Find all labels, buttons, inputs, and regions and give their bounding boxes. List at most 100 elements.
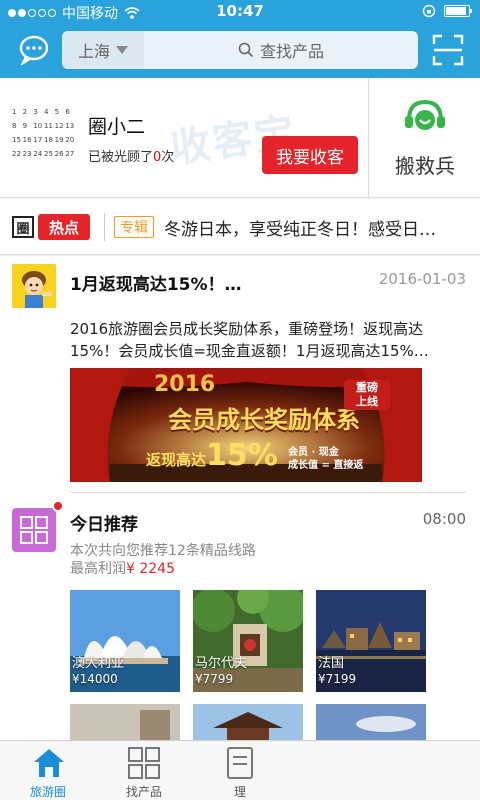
recommend-card[interactable]: 今日推荐 08:00 本次共向您推荐12条精品线路 最高利润¥ 2245 澳大利… [0,494,480,740]
article-card[interactable]: 1月返现高达15%！… 2016-01-03 2016旅游圈会员成长奖励体系，重… [0,256,480,494]
calendar-day: 1 [12,108,17,116]
profit-price: ¥ 2245 [126,561,175,577]
destination-thumbnail[interactable] [316,704,426,740]
banner-year: 2016 [154,372,216,397]
status-right [422,4,472,18]
quan-logo: 圈 [12,216,34,238]
headset-icon [405,99,445,130]
tab-home[interactable]: 旅游圈 [0,741,96,800]
collect-customer-button[interactable]: 我要收客 [262,136,358,174]
calendar-day: 15 [12,136,21,144]
hot-news-ticker[interactable]: 圈 热点 专辑 冬游日本，享受纯正冬日！感受日… [0,199,480,255]
article-body: 2016旅游圈会员成长奖励体系，重磅登场！返现高达15%！会员成长值=现金直返额… [70,320,429,360]
calendar-day: 17 [33,136,43,144]
scan-icon [432,34,464,66]
calendar-day: 3 [33,108,38,116]
calendar-day: 18 [44,136,53,144]
calendar-day: 27 [65,150,75,158]
visit-suffix: 次 [161,150,175,165]
grid-icon [128,747,160,779]
visit-count-text: 已被光顾了0次 [88,146,174,165]
news-divider [104,213,105,241]
recommend-title: 今日推荐 [70,515,138,535]
calendar-day: 10 [33,122,43,130]
tab-label: 理 [233,785,246,799]
destination-name: 法国 [318,656,345,671]
calendar-day: 6 [65,108,70,116]
calendar-day: 2 [22,108,28,116]
search-placeholder: 查找产品 [259,42,324,61]
tab-find-products[interactable]: 找产品 [96,741,192,800]
avatar [12,264,56,308]
banner-subline-prefix: 返现高达 [146,451,207,469]
calendar-day: 12 [54,122,64,130]
tab-manage[interactable]: 理 [192,741,288,800]
recommend-profit-text: 最高利润¥ 2245 [70,558,175,578]
banner-badge-line1: 重磅 [356,381,378,394]
header: 中国移动 10:47 上海 查找产品 [0,0,480,78]
dropdown-arrow-icon [116,46,128,54]
banner-formula: 会员 · 现金 成长值 = 直接返 [288,446,363,472]
recommend-time: 08:00 [422,510,466,528]
banner-badge: 重磅 上线 [344,380,390,410]
banner-subline: 返现高达15% [146,438,278,473]
chat-bubble-icon [19,35,49,65]
battery-icon [444,5,472,17]
sky-image [316,704,426,740]
building-image [70,704,180,740]
calendar-day: 26 [54,150,64,158]
calendar-day: 22 [12,150,21,158]
calendar-day: 23 [22,150,32,158]
destination-card-maldives[interactable]: 马尔代夫 ¥7799 [193,590,303,692]
calendar-day: 5 [54,108,60,116]
banner-formula-line2: 成长值 = 直接返 [288,460,364,471]
unread-badge [52,500,64,512]
search-input[interactable]: 查找产品 [144,31,418,69]
article-date: 2016-01-03 [378,270,466,288]
orientation-lock-icon [422,4,436,18]
calendar-day: 13 [65,122,75,130]
document-icon [227,747,253,779]
destination-price: ¥14000 [72,672,118,686]
calendar-day: 24 [33,150,43,158]
news-tag: 专辑 [114,216,154,238]
grid-icon [20,516,48,544]
calendar-grid: 1 2 3 4 5 6 8 9 10 11 12 13 15 16 17 18 19 20 22 23 24 25 26 27 [12,108,76,158]
banner-badge-line2: 上线 [356,395,378,408]
news-headline[interactable]: 冬游日本，享受纯正冬日！感受日… [164,215,476,240]
banner-percent: 15% [206,438,278,473]
rescue-helper-button[interactable]: 搬救兵 [370,78,480,198]
profit-prefix: 最高利润 [70,561,126,577]
destination-price: ¥7799 [195,672,234,686]
promo-banner[interactable]: 2016 会员成长奖励体系 重磅 上线 返现高达15% 会员 · 现金 成长值 … [70,368,422,482]
article-title[interactable]: 1月返现高达15%！… [70,270,242,295]
destination-thumbnail[interactable] [70,704,180,740]
visit-prefix: 已被光顾了 [88,150,154,165]
tab-label: 找产品 [125,785,162,799]
cartoon-avatar-icon [12,264,56,308]
hot-logo: 热点 [38,214,90,240]
search-bar[interactable]: 上海 查找产品 [62,31,418,69]
merchant-name: 圈小二 [88,116,146,138]
grid-app-icon [12,508,56,552]
destination-name: 澳大利亚 [72,656,125,671]
destination-price: ¥7199 [318,672,357,686]
helper-label: 搬救兵 [395,154,455,178]
destination-name: 马尔代夫 [195,656,248,671]
status-time: 10:47 [216,2,264,20]
tab-label: 旅游圈 [29,785,66,799]
destination-card-france[interactable]: 法国 ¥7199 [316,590,426,692]
calendar-day: 20 [65,136,75,144]
scan-button[interactable] [432,34,464,66]
city-label: 上海 [77,42,110,61]
search-icon [238,42,254,58]
city-selector[interactable]: 上海 [62,31,144,69]
destination-thumbnail[interactable] [193,704,303,740]
banner-headline: 会员成长奖励体系 [168,406,360,434]
bottom-tab-bar: 旅游圈 找产品 理 [0,740,480,800]
calendar-day: 8 [12,122,17,130]
destination-card-australia[interactable]: 澳大利亚 ¥14000 [70,590,180,692]
calendar-day: 16 [22,136,32,144]
message-button[interactable] [16,32,52,68]
calendar-day: 4 [44,108,49,116]
